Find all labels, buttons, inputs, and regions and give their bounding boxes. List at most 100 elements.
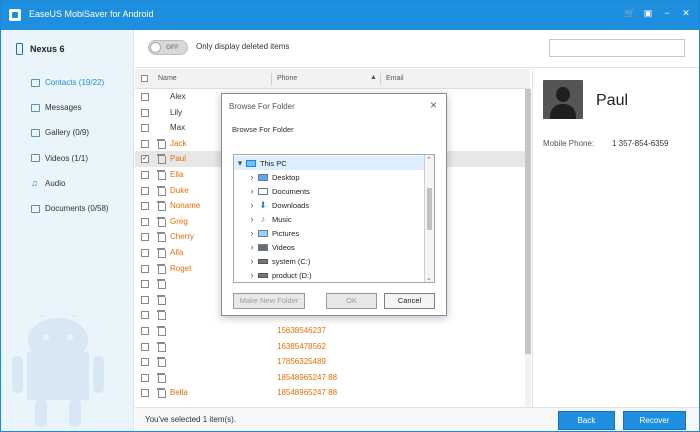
deleted-trash-icon xyxy=(157,341,166,352)
column-divider[interactable] xyxy=(380,73,381,85)
app-window: EaseUS MobiSaver for Android 🛒 ▣ − ✕ Nex… xyxy=(0,0,700,432)
close-icon[interactable]: × xyxy=(430,98,437,112)
table-row[interactable]: 18548965247 88 xyxy=(135,370,530,386)
expand-right-icon[interactable]: › xyxy=(246,214,258,224)
tree-scrollbar[interactable]: ⌃ ⌄ xyxy=(424,155,434,282)
expand-right-icon[interactable]: › xyxy=(246,172,258,182)
sidebar-item-label: Documents (0/58) xyxy=(45,204,109,214)
row-checkbox-checked[interactable]: ✓ xyxy=(141,155,149,164)
row-checkbox[interactable] xyxy=(141,358,149,367)
pictures-folder-icon xyxy=(258,229,268,237)
sidebar-item-videos[interactable]: Videos (1/1) xyxy=(31,146,109,171)
row-checkbox[interactable] xyxy=(141,280,149,289)
sidebar-item-audio[interactable]: ♫ Audio xyxy=(31,171,109,196)
row-checkbox[interactable] xyxy=(141,170,149,179)
tree-item-product-drive[interactable]: › product (D:) xyxy=(246,268,312,282)
deleted-filter-label: Only display deleted items xyxy=(196,42,290,51)
row-checkbox[interactable] xyxy=(141,389,149,398)
sidebar-item-contacts[interactable]: Contacts (19/22) xyxy=(31,70,109,95)
expand-right-icon[interactable]: › xyxy=(246,200,258,210)
row-checkbox[interactable] xyxy=(141,202,149,211)
expand-down-icon[interactable]: ▾ xyxy=(234,158,246,169)
scroll-thumb[interactable] xyxy=(525,89,531,354)
contact-phone: 18548965247 88 xyxy=(277,372,338,382)
recover-button[interactable]: Recover xyxy=(623,411,686,430)
tree-item-downloads[interactable]: › ⬇ Downloads xyxy=(246,198,310,212)
tree-scroll-thumb[interactable] xyxy=(427,188,432,230)
contact-name: Paul xyxy=(170,154,187,164)
contact-name: Cherry xyxy=(170,232,195,242)
contact-name: Max xyxy=(170,123,186,133)
expand-right-icon[interactable]: › xyxy=(246,256,258,266)
cart-icon[interactable]: 🛒 xyxy=(624,8,635,19)
documents-icon xyxy=(31,204,40,213)
browse-folder-dialog: Browse For Folder × Browse For Folder ▾ … xyxy=(221,93,447,316)
tree-item-pictures[interactable]: › Pictures xyxy=(246,226,300,240)
row-checkbox[interactable] xyxy=(141,295,149,304)
toolbar: OFF Only display deleted items xyxy=(135,30,699,68)
close-icon[interactable]: ✕ xyxy=(681,8,691,19)
ok-button[interactable]: OK xyxy=(326,293,377,309)
audio-icon: ♫ xyxy=(31,178,38,189)
table-row[interactable]: 17856325489 xyxy=(135,354,530,370)
tree-item-system-drive[interactable]: › system (C:) xyxy=(246,254,311,268)
title-bar: EaseUS MobiSaver for Android 🛒 ▣ − ✕ xyxy=(1,1,699,30)
messages-icon xyxy=(31,103,40,112)
table-row[interactable]: Bella 18548965247 88 xyxy=(135,385,530,401)
contacts-scrollbar[interactable] xyxy=(525,89,531,407)
row-checkbox[interactable] xyxy=(141,139,149,148)
tree-item-videos[interactable]: › Videos xyxy=(246,240,295,254)
contact-phone: 15638546237 xyxy=(277,325,326,335)
search-input[interactable] xyxy=(549,39,685,57)
table-row[interactable]: 16385478562 xyxy=(135,339,530,355)
make-new-folder-button[interactable]: Make New Folder xyxy=(233,293,305,309)
row-checkbox[interactable] xyxy=(141,248,149,257)
row-checkbox[interactable] xyxy=(141,326,149,335)
column-divider[interactable] xyxy=(271,73,272,85)
tree-item-music[interactable]: › ♪ Music xyxy=(246,212,292,226)
drive-icon xyxy=(258,258,268,264)
sort-up-icon: ▲ xyxy=(370,74,377,81)
expand-right-icon[interactable]: › xyxy=(246,228,258,238)
expand-right-icon[interactable]: › xyxy=(246,186,258,196)
row-checkbox[interactable] xyxy=(141,264,149,273)
table-row[interactable]: 15638546237 xyxy=(135,323,530,339)
row-checkbox[interactable] xyxy=(141,373,149,382)
row-checkbox[interactable] xyxy=(141,233,149,242)
minimize-icon[interactable]: − xyxy=(662,8,672,19)
cancel-button[interactable]: Cancel xyxy=(384,293,435,309)
back-button[interactable]: Back xyxy=(558,411,615,430)
row-checkbox[interactable] xyxy=(141,342,149,351)
phone-icon xyxy=(16,43,23,55)
sidebar-item-label: Audio xyxy=(45,178,66,188)
tree-item-documents[interactable]: › Documents xyxy=(246,184,310,198)
row-checkbox[interactable] xyxy=(141,311,149,320)
pc-icon xyxy=(246,159,256,167)
scroll-up-icon[interactable]: ⌃ xyxy=(426,156,432,164)
name-column-header[interactable]: Name xyxy=(158,75,177,82)
scroll-down-icon[interactable]: ⌄ xyxy=(426,274,432,282)
expand-right-icon[interactable]: › xyxy=(246,270,258,280)
contact-avatar-icon xyxy=(543,80,583,119)
sidebar-item-label: Messages xyxy=(45,103,82,113)
row-checkbox[interactable] xyxy=(141,217,149,226)
expand-right-icon[interactable]: › xyxy=(246,242,258,252)
toggle-state: OFF xyxy=(166,44,179,51)
select-all-checkbox[interactable] xyxy=(141,75,148,82)
tree-item-this-pc[interactable]: ▾ This PC xyxy=(234,156,424,170)
shop-icon[interactable]: ▣ xyxy=(643,8,653,19)
folder-tree[interactable]: ▾ This PC › Desktop › Documents › ⬇ Down… xyxy=(233,154,435,283)
email-column-header[interactable]: Email xyxy=(386,75,404,82)
contact-name: Alla xyxy=(170,247,184,257)
tree-item-label: product (D:) xyxy=(272,270,312,280)
sidebar-item-messages[interactable]: Messages xyxy=(31,95,109,120)
row-checkbox[interactable] xyxy=(141,124,149,133)
sidebar-item-gallery[interactable]: Gallery (0/9) xyxy=(31,120,109,145)
row-checkbox[interactable] xyxy=(141,93,149,101)
tree-item-desktop[interactable]: › Desktop xyxy=(246,170,300,184)
row-checkbox[interactable] xyxy=(141,186,149,195)
row-checkbox[interactable] xyxy=(141,108,149,117)
phone-column-header[interactable]: Phone xyxy=(277,75,297,82)
sidebar-item-documents[interactable]: Documents (0/58) xyxy=(31,196,109,221)
deleted-only-toggle[interactable]: OFF xyxy=(148,40,188,55)
